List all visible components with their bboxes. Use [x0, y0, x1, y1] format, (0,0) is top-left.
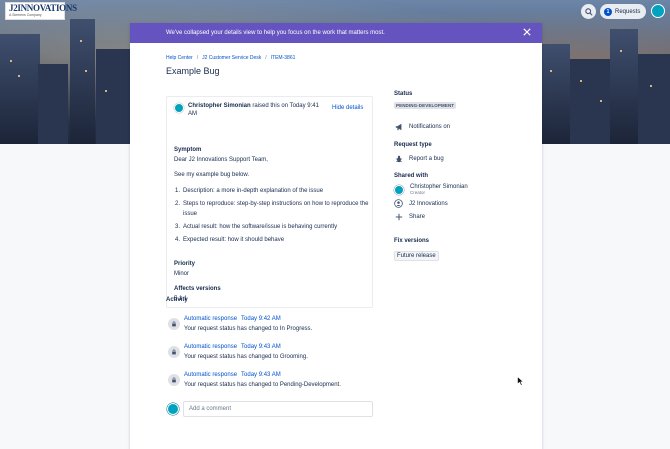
list-item: 4. Expected result: how it should behave — [175, 237, 285, 243]
logo-subtitle: A Siemens Company — [9, 13, 42, 17]
company-logo[interactable]: J2INNOVATIONS A Siemens Company — [5, 2, 77, 20]
search-button[interactable] — [581, 4, 596, 19]
reporter-name: Christopher Simonian — [188, 103, 251, 109]
list-item: 1. Description: a more in-depth explanati… — [175, 188, 324, 194]
activity-item: Automatic response Today 9:43 AM Your req… — [166, 372, 396, 396]
organization-icon — [394, 199, 403, 208]
symptom-label: Symptom — [174, 147, 202, 153]
megaphone-icon — [394, 122, 403, 131]
steps-list: 1. Description: a more in-depth explanati… — [175, 186, 371, 245]
activity-heading: Activity — [166, 297, 188, 303]
breadcrumb: Help Center / J2 Customer Service Desk /… — [166, 55, 295, 61]
comment-area: Add a comment — [166, 401, 376, 417]
activity-item: Automatic response Today 9:43 AM Your req… — [166, 344, 396, 368]
breadcrumb-service-desk[interactable]: J2 Customer Service Desk — [202, 55, 261, 61]
shared-organization: J2 Innovations — [394, 199, 448, 208]
shared-with-label: Shared with — [394, 173, 429, 179]
request-details: Christopher Simonian raised this on Toda… — [166, 96, 373, 308]
activity-time: Today 9:43 AM — [241, 344, 281, 350]
requests-button[interactable]: 1 Requests — [600, 4, 646, 19]
request-card: We've collapsed your details view to hel… — [130, 23, 542, 449]
share-button[interactable]: Share — [394, 212, 425, 221]
share-label: Share — [409, 213, 426, 220]
status-badge: PENDING-DEVELOPMENT — [394, 102, 457, 109]
search-icon — [584, 7, 593, 16]
greeting-text: Dear J2 Innovations Support Team, — [174, 157, 268, 163]
lock-icon — [168, 374, 180, 386]
priority-label: Priority — [174, 261, 196, 267]
plus-icon — [394, 212, 403, 221]
banner-text: We've collapsed your details view to hel… — [166, 30, 385, 36]
activity-message: Your request status has changed to In Pr… — [184, 326, 313, 332]
request-type-value: Report a bug — [409, 155, 444, 162]
activity-author: Automatic response — [184, 372, 238, 378]
page-title: Example Bug — [166, 66, 220, 76]
avatar — [394, 184, 404, 195]
priority-value: Minor — [174, 271, 190, 277]
commenter-avatar — [167, 403, 179, 415]
comment-input[interactable]: Add a comment — [183, 401, 373, 417]
activity-author: Automatic response — [184, 344, 238, 350]
affects-versions-label: Affects versions — [174, 286, 221, 292]
shared-org-name: J2 Innovations — [409, 200, 448, 207]
activity-item: Automatic response Today 9:42 AM Your req… — [166, 316, 396, 340]
logo-brand: J2INNOVATIONS — [9, 3, 77, 13]
raised-by: Christopher Simonian raised this on Toda… — [188, 102, 328, 118]
lock-icon — [168, 318, 180, 330]
status-label: Status — [394, 91, 413, 97]
breadcrumb-separator: / — [196, 55, 199, 61]
fix-version-tag: Future release — [394, 251, 439, 261]
breadcrumb-separator: / — [265, 55, 267, 61]
activity-time: Today 9:43 AM — [241, 372, 281, 378]
request-type: Report a bug — [394, 154, 444, 163]
activity-author: Automatic response — [184, 316, 238, 322]
requests-label: Requests — [615, 8, 641, 15]
activity-message: Your request status has changed to Groom… — [184, 354, 308, 360]
list-item: 3. Actual result: how the software/issue … — [175, 224, 338, 230]
shared-person-role: Creator — [410, 190, 426, 195]
hide-details-link[interactable]: Hide details — [332, 105, 363, 111]
notifications-toggle[interactable]: Notifications on — [394, 122, 450, 131]
lock-icon — [168, 346, 180, 358]
notifications-label: Notifications on — [409, 123, 451, 130]
user-avatar[interactable] — [651, 4, 665, 18]
request-type-label: Request type — [394, 142, 432, 148]
intro-text: See my example bug below. — [174, 172, 250, 178]
list-item: 2. Steps to reproduce: step-by-step instr… — [175, 201, 369, 217]
mouse-cursor-icon — [517, 376, 524, 386]
shared-person: Christopher Simonian Creator — [394, 184, 468, 195]
fix-versions-label: Fix versions — [394, 238, 430, 244]
breadcrumb-help-center[interactable]: Help Center — [166, 55, 193, 61]
activity-time: Today 9:42 AM — [241, 316, 281, 322]
requests-count-badge: 1 — [604, 7, 612, 16]
reporter-avatar — [174, 103, 184, 113]
info-banner: We've collapsed your details view to hel… — [130, 23, 542, 43]
close-icon[interactable] — [523, 28, 531, 36]
breadcrumb-item[interactable]: ITEM-3861 — [271, 55, 296, 61]
activity-message: Your request status has changed to Pendi… — [184, 382, 341, 388]
bug-icon — [394, 154, 403, 163]
